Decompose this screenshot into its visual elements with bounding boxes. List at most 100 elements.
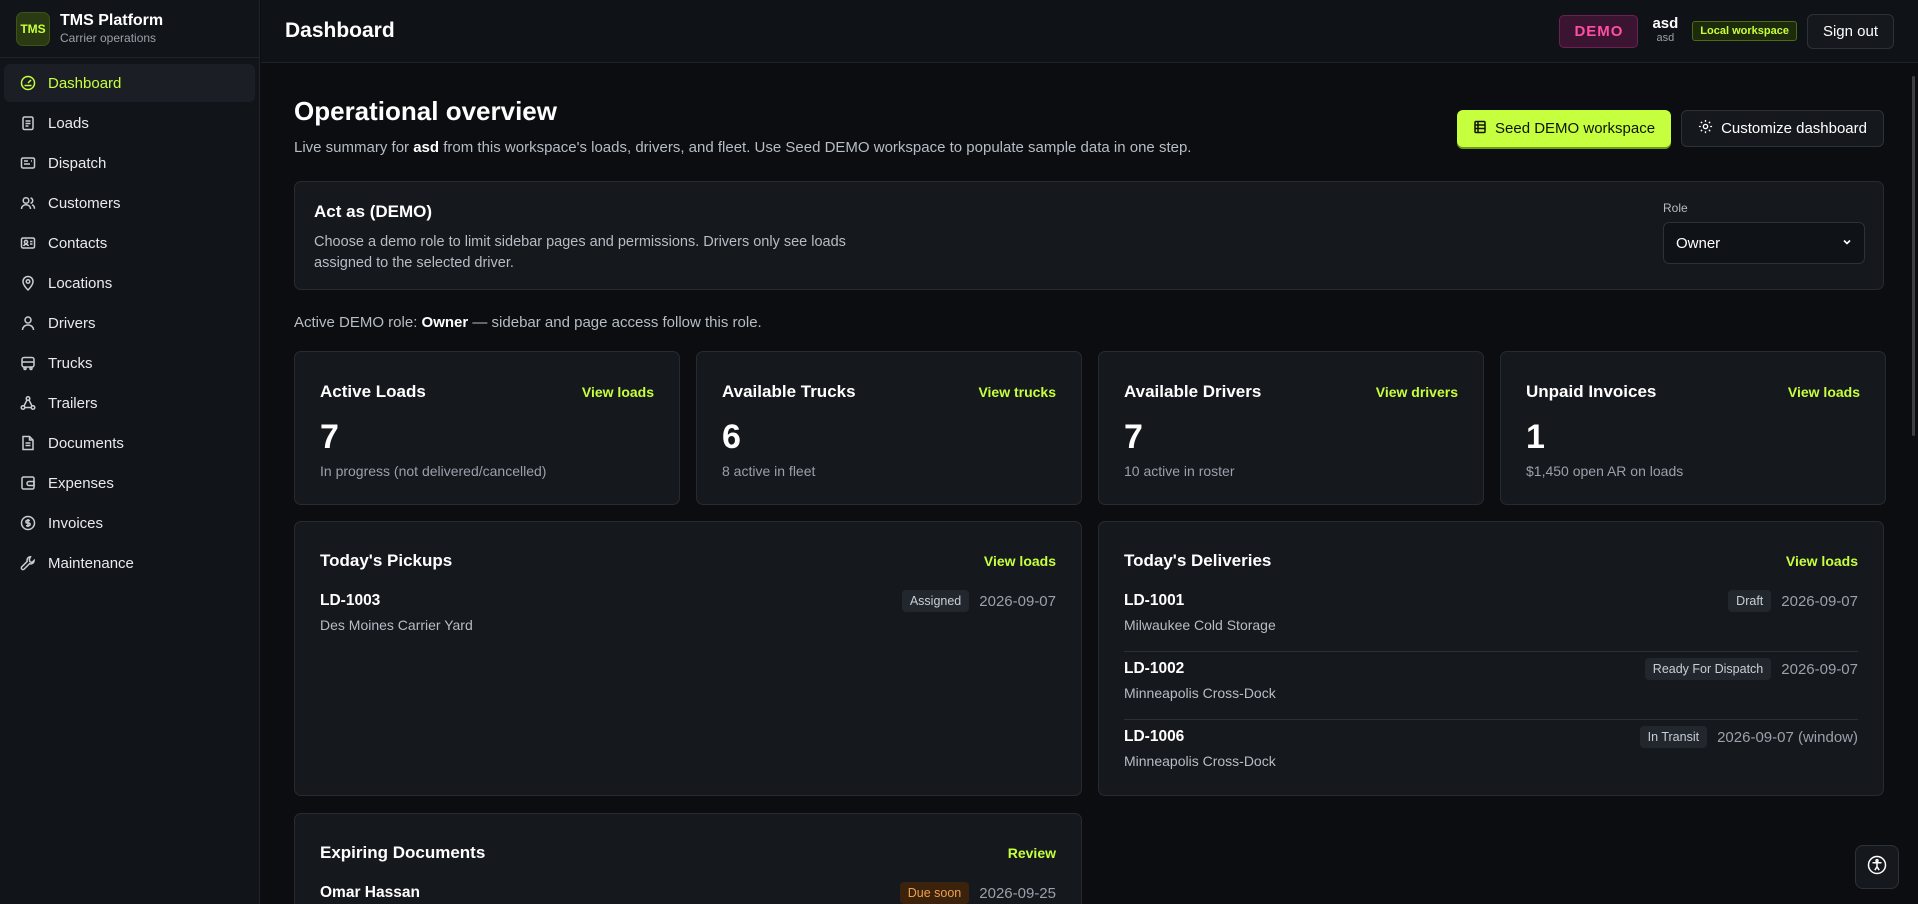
brand[interactable]: TMS TMS Platform Carrier operations bbox=[0, 0, 259, 58]
load-id: LD-1001 bbox=[1124, 592, 1185, 609]
act-as-title: Act as (DEMO) bbox=[314, 202, 433, 221]
view-trucks-link[interactable]: View trucks bbox=[978, 384, 1056, 400]
status-badge: Due soon bbox=[899, 882, 970, 904]
list-item[interactable]: LD-1003 Des Moines Carrier Yard Assigned… bbox=[320, 584, 1056, 652]
sidebar-item-drivers[interactable]: Drivers bbox=[4, 304, 255, 342]
sidebar-item-loads[interactable]: Loads bbox=[4, 104, 255, 142]
sidebar-item-invoices[interactable]: Invoices bbox=[4, 504, 255, 542]
status-badge: In Transit bbox=[1639, 726, 1708, 748]
sidebar-item-label: Expenses bbox=[48, 474, 114, 492]
overview-subtitle: Live summary for asd from this workspace… bbox=[294, 139, 1192, 156]
sidebar-item-label: Customers bbox=[48, 194, 121, 212]
main-content: Operational overview Live summary for as… bbox=[294, 63, 1886, 904]
clipboard-icon bbox=[20, 115, 36, 131]
sidebar-item-label: Drivers bbox=[48, 314, 96, 332]
sidebar-item-label: Documents bbox=[48, 434, 124, 452]
sidebar-item-label: Maintenance bbox=[48, 554, 134, 572]
seed-demo-label: Seed DEMO workspace bbox=[1495, 120, 1656, 137]
sidebar-item-maintenance[interactable]: Maintenance bbox=[4, 544, 255, 582]
file-icon bbox=[20, 435, 36, 451]
stat-title: Active Loads bbox=[320, 382, 426, 401]
sidebar-item-label: Contacts bbox=[48, 234, 108, 252]
gear-icon bbox=[1698, 119, 1713, 138]
sidebar-item-locations[interactable]: Locations bbox=[4, 264, 255, 302]
stat-value: 7 bbox=[1124, 418, 1143, 456]
load-date: 2026-09-07 (window) bbox=[1717, 728, 1858, 746]
brand-subtitle: Carrier operations bbox=[60, 30, 157, 45]
stat-subtitle: In progress (not delivered/cancelled) bbox=[320, 463, 547, 479]
bus-icon bbox=[20, 355, 36, 371]
wrench-icon bbox=[20, 555, 36, 571]
gauge-icon bbox=[20, 75, 36, 91]
stat-value: 6 bbox=[722, 418, 741, 456]
workspace-badge: Local workspace bbox=[1692, 21, 1797, 41]
seed-demo-button[interactable]: Seed DEMO workspace bbox=[1457, 110, 1672, 147]
sidebar-item-label: Trucks bbox=[48, 354, 93, 372]
stat-card-available-trucks: Available Trucks View trucks 6 8 active … bbox=[696, 351, 1082, 505]
stat-card-active-loads: Active Loads View loads 7 In progress (n… bbox=[294, 351, 680, 505]
sidebar-item-documents[interactable]: Documents bbox=[4, 424, 255, 462]
database-icon bbox=[1473, 120, 1487, 138]
user-name: asd bbox=[1652, 15, 1679, 32]
review-link[interactable]: Review bbox=[1008, 845, 1056, 861]
sidebar-item-contacts[interactable]: Contacts bbox=[4, 224, 255, 262]
role-select-value: Owner bbox=[1676, 234, 1721, 252]
view-loads-link[interactable]: View loads bbox=[984, 553, 1056, 569]
act-as-panel: Act as (DEMO) Choose a demo role to limi… bbox=[294, 181, 1884, 290]
view-drivers-link[interactable]: View drivers bbox=[1376, 384, 1458, 400]
card-title: Today's Deliveries bbox=[1124, 551, 1272, 570]
overview-title: Operational overview bbox=[294, 96, 557, 126]
sidebar-item-dispatch[interactable]: Dispatch bbox=[4, 144, 255, 182]
accessibility-button[interactable] bbox=[1855, 845, 1899, 889]
user-subtitle: asd bbox=[1656, 32, 1675, 44]
stat-subtitle: 10 active in roster bbox=[1124, 463, 1235, 479]
sidebar-item-label: Invoices bbox=[48, 514, 104, 532]
sidebar-item-trailers[interactable]: Trailers bbox=[4, 384, 255, 422]
list-item[interactable]: LD-1006 Minneapolis Cross-Dock In Transi… bbox=[1124, 720, 1858, 788]
wallet-icon bbox=[20, 475, 36, 491]
view-loads-link[interactable]: View loads bbox=[1788, 384, 1860, 400]
sidebar: TMS TMS Platform Carrier operations Dash… bbox=[0, 0, 260, 904]
users-icon bbox=[20, 195, 36, 211]
load-date: 2026-09-07 bbox=[979, 592, 1056, 610]
view-loads-link[interactable]: View loads bbox=[582, 384, 654, 400]
load-location: Minneapolis Cross-Dock bbox=[1124, 753, 1276, 769]
sidebar-item-label: Dispatch bbox=[48, 154, 107, 172]
card-title: Expiring Documents bbox=[320, 843, 486, 862]
status-badge: Assigned bbox=[901, 590, 970, 612]
sign-out-button[interactable]: Sign out bbox=[1806, 13, 1894, 49]
load-id: LD-1003 bbox=[320, 592, 381, 609]
customize-dashboard-button[interactable]: Customize dashboard bbox=[1681, 110, 1884, 147]
accessibility-icon bbox=[1867, 855, 1887, 880]
sidebar-item-label: Trailers bbox=[48, 394, 98, 412]
load-location: Des Moines Carrier Yard bbox=[320, 617, 473, 633]
status-badge: Ready For Dispatch bbox=[1644, 658, 1772, 680]
dispatch-icon bbox=[20, 155, 36, 171]
user-icon bbox=[20, 315, 36, 331]
sidebar-item-customers[interactable]: Customers bbox=[4, 184, 255, 222]
sidebar-item-dashboard[interactable]: Dashboard bbox=[4, 64, 255, 102]
stat-title: Available Trucks bbox=[722, 382, 856, 401]
sidebar-item-expenses[interactable]: Expenses bbox=[4, 464, 255, 502]
topbar: Dashboard DEMO asd asd Local workspace S… bbox=[261, 0, 1918, 63]
view-loads-link[interactable]: View loads bbox=[1786, 553, 1858, 569]
role-label: Role bbox=[1663, 201, 1688, 215]
load-date: 2026-09-07 bbox=[1781, 660, 1858, 678]
sidebar-item-trucks[interactable]: Trucks bbox=[4, 344, 255, 382]
load-location: Minneapolis Cross-Dock bbox=[1124, 685, 1276, 701]
stat-card-unpaid-invoices: Unpaid Invoices View loads 1 $1,450 open… bbox=[1500, 351, 1886, 505]
active-role-text: Active DEMO role: Owner — sidebar and pa… bbox=[294, 314, 762, 331]
list-item[interactable]: LD-1002 Minneapolis Cross-Dock Ready For… bbox=[1124, 652, 1858, 720]
brand-logo: TMS bbox=[16, 11, 50, 46]
scrollbar[interactable] bbox=[1912, 76, 1915, 436]
act-as-description: Choose a demo role to limit sidebar page… bbox=[314, 234, 846, 271]
sidebar-item-label: Locations bbox=[48, 274, 113, 292]
chevron-down-icon bbox=[1842, 236, 1852, 250]
load-id: LD-1006 bbox=[1124, 728, 1185, 745]
list-item[interactable]: LD-1001 Milwaukee Cold Storage Draft 202… bbox=[1124, 584, 1858, 652]
sidebar-nav: Dashboard Loads Dispatch Customers Conta… bbox=[0, 58, 259, 588]
role-select[interactable]: Owner bbox=[1663, 222, 1865, 264]
user-info[interactable]: asd asd bbox=[1648, 15, 1682, 45]
load-date: 2026-09-07 bbox=[1781, 592, 1858, 610]
list-item[interactable]: Omar Hassan Due soon 2026-09-25 bbox=[320, 876, 1056, 904]
